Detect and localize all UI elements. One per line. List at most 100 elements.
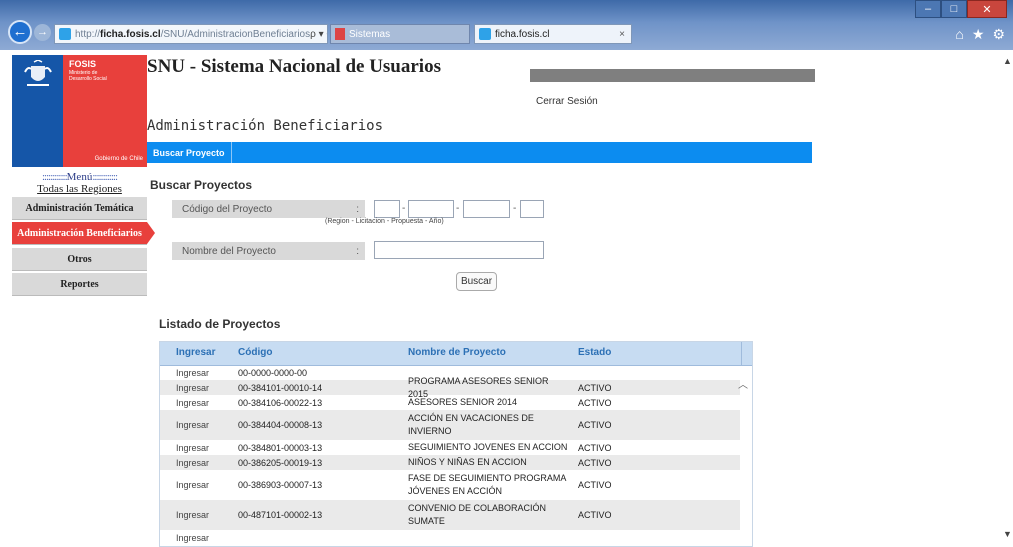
cell-codigo: 00-384801-00003-13 [238, 442, 323, 453]
search-button[interactable]: Buscar [456, 272, 497, 291]
sidebar-item-label: Administración Temática [25, 202, 134, 214]
table-row: Ingresar 00-384404-00008-13 ACCIÓN EN VA… [160, 410, 740, 440]
tab-label: ficha.fosis.cl [495, 28, 550, 40]
ingresar-link[interactable]: Ingresar [176, 455, 209, 470]
sidebar-item-otros[interactable]: Otros [12, 248, 147, 271]
scroll-down-icon[interactable]: ▼ [1003, 529, 1012, 539]
ingresar-link[interactable]: Ingresar [176, 530, 209, 545]
region-code-input[interactable] [374, 200, 400, 218]
tab-label: Sistemas [349, 28, 391, 40]
name-label-text: Nombre del Proyecto [182, 245, 276, 257]
logout-link[interactable]: Cerrar Sesión [536, 96, 598, 107]
column-header-nombre[interactable]: Nombre de Proyecto [408, 347, 506, 358]
column-header-codigo[interactable]: Código [238, 347, 272, 358]
logo-divider [12, 167, 147, 170]
code-separator: - [513, 203, 517, 214]
menu-header: ::::::::::::Menú:::::::::::: [12, 171, 147, 183]
label-colon: : [356, 245, 359, 257]
table-row: Ingresar 00-384801-00003-13 SEGUIMIENTO … [160, 440, 740, 455]
table-row: Ingresar [160, 530, 740, 545]
cell-codigo: 00-384404-00008-13 [238, 420, 323, 430]
logo-footer: Gobierno de Chile [94, 156, 143, 162]
ingresar-link[interactable]: Ingresar [176, 440, 209, 455]
address-bar[interactable]: http://ficha.fosis.cl/SNU/Administracion… [54, 24, 328, 44]
label-colon: : [356, 203, 359, 215]
gear-icon[interactable]: ⚙ [992, 26, 1005, 43]
sidebar-item-label: Administración Beneficiarios [17, 227, 142, 239]
logo-subtitle: Ministerio de Desarrollo Social [69, 70, 107, 82]
star-icon[interactable]: ★ [972, 26, 985, 43]
ingresar-link[interactable]: Ingresar [176, 410, 209, 440]
column-header-ingresar[interactable]: Ingresar [176, 347, 215, 358]
user-name-bar [530, 69, 815, 82]
coat-of-arms-icon [24, 60, 52, 86]
propuesta-code-input[interactable] [463, 200, 510, 218]
site-title: SNU - Sistema Nacional de Usuarios [147, 56, 441, 77]
code-separator: - [402, 203, 406, 214]
minimize-button[interactable]: – [915, 0, 941, 18]
maximize-button[interactable]: □ [941, 0, 967, 18]
logo-blue-panel [12, 55, 63, 167]
cell-codigo: 00-386205-00019-13 [238, 457, 323, 468]
cell-codigo: 00-384106-00022-13 [238, 397, 323, 408]
project-name-input[interactable] [374, 241, 544, 259]
cell-estado: ACTIVO [578, 457, 612, 468]
page-favicon-icon [59, 28, 71, 40]
table-row: Ingresar 00-487101-00002-13 CONVENIO DE … [160, 500, 740, 530]
ingresar-link[interactable]: Ingresar [176, 500, 209, 530]
close-window-button[interactable]: ✕ [967, 0, 1007, 18]
name-field-label: Nombre del Proyecto : [172, 242, 365, 260]
year-code-input[interactable] [520, 200, 544, 218]
back-arrow-icon[interactable]: ← [8, 20, 32, 44]
url-prefix: http:// [75, 28, 101, 40]
tab-ficha-fosis[interactable]: ficha.fosis.cl × [474, 24, 632, 44]
ingresar-link[interactable]: Ingresar [176, 470, 209, 500]
sidebar-item-label: Otros [67, 253, 92, 265]
code-label-text: Código del Proyecto [182, 203, 273, 215]
sidebar-item-administracion-beneficiarios[interactable]: Administración Beneficiarios [12, 222, 155, 245]
page-scrollbar[interactable]: ▲ ▼ [1001, 50, 1013, 547]
cell-nombre: ACCIÓN EN VACACIONES DE INVIERNO [408, 413, 534, 436]
forward-arrow-icon[interactable]: → [34, 24, 51, 41]
url-host: ficha.fosis.cl [100, 28, 161, 40]
sidebar-item-label: Reportes [60, 278, 99, 290]
cell-codigo: 00-0000-0000-00 [238, 368, 308, 378]
cell-nombre [408, 530, 568, 545]
cell-estado: ACTIVO [578, 420, 612, 430]
table-row: Ingresar 00-386903-00007-13 FASE DE SEGU… [160, 470, 740, 500]
tab-buscar-proyecto[interactable]: Buscar Proyecto [147, 142, 232, 163]
search-refresh-icon[interactable]: ρ ▾ C [310, 29, 327, 40]
table-scroll-up-icon[interactable]: ︿ [738, 376, 748, 391]
tab-sistemas[interactable]: Sistemas [330, 24, 470, 44]
table-body: Ingresar 00-0000-0000-00 Ingresar 00-384… [160, 366, 740, 545]
cell-estado: ACTIVO [578, 442, 612, 453]
window-controls: – □ ✕ [915, 0, 1007, 18]
menu-dots-left: :::::::::::: [41, 171, 68, 183]
scroll-up-icon[interactable]: ▲ [1003, 56, 1012, 66]
menu-title: Menú [66, 171, 93, 183]
table-row: Ingresar 00-386205-00019-13 NIÑOS Y NIÑA… [160, 455, 740, 470]
sidebar-item-reportes[interactable]: Reportes [12, 273, 147, 296]
cell-codigo: 00-386903-00007-13 [238, 480, 323, 490]
ingresar-link[interactable]: Ingresar [176, 395, 209, 410]
tab-bar: Buscar Proyecto [147, 142, 812, 163]
close-tab-icon[interactable]: × [619, 29, 631, 40]
menu-dots-right: :::::::::::: [92, 171, 118, 183]
ficha-favicon-icon [479, 28, 491, 40]
sidebar-item-administracion-tematica[interactable]: Administración Temática [12, 197, 147, 220]
column-header-estado[interactable]: Estado [578, 347, 611, 358]
ingresar-link[interactable]: Ingresar [176, 380, 209, 395]
cell-nombre: FASE DE SEGUIMIENTO PROGRAMA JÓVENES EN … [408, 473, 566, 496]
url-path: /SNU/AdministracionBeneficiarios [160, 28, 311, 40]
all-regions-link[interactable]: Todas las Regiones [12, 183, 147, 195]
logo-title: FOSIS [69, 59, 97, 69]
cell-nombre: PROGRAMA ASESORES SENIOR 2015 [408, 375, 549, 399]
licitacion-code-input[interactable] [408, 200, 454, 218]
cell-nombre: ASESORES SENIOR 2014 [408, 397, 518, 407]
table-row: Ingresar 00-384106-00022-13 ASESORES SEN… [160, 395, 740, 410]
cell-estado: ACTIVO [578, 382, 612, 393]
home-icon[interactable]: ⌂ [955, 26, 963, 43]
ingresar-link[interactable]: Ingresar [176, 366, 209, 380]
cell-nombre: SEGUIMIENTO JOVENES EN ACCION [408, 442, 568, 452]
cell-estado: ACTIVO [578, 397, 612, 408]
